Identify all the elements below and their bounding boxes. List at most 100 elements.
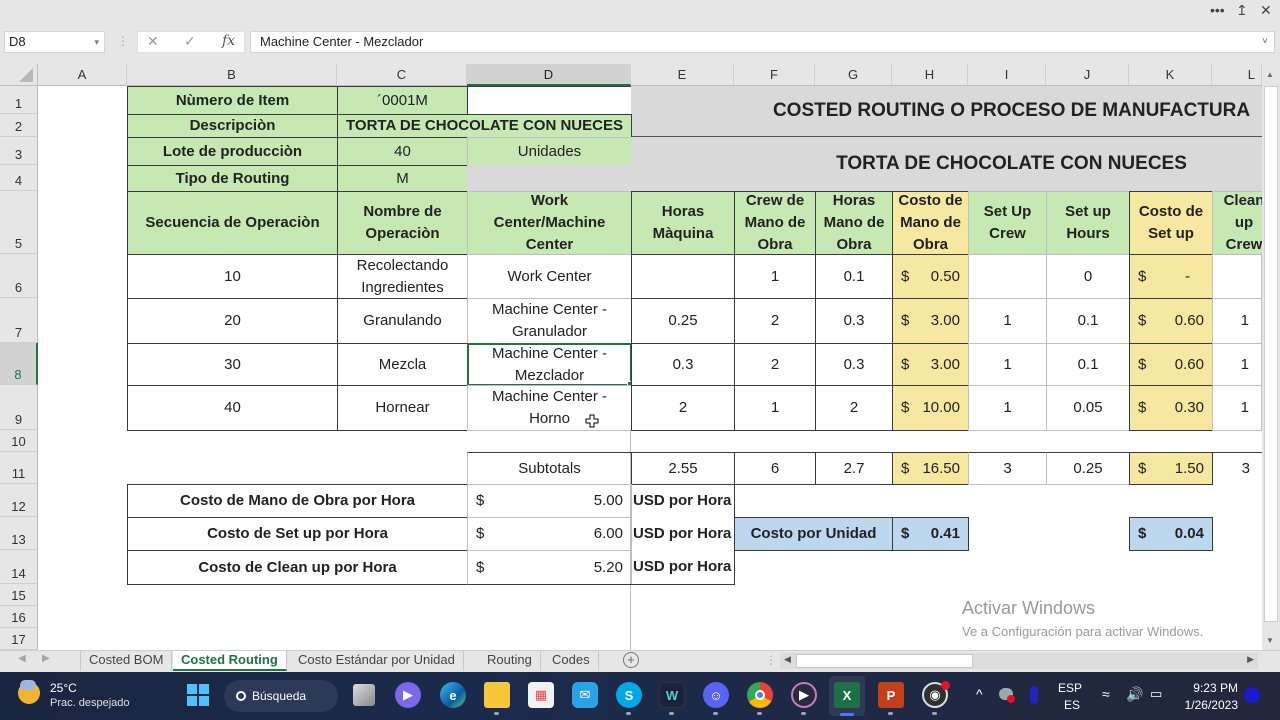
expand-formula-icon[interactable]: ˅: [1262, 32, 1268, 52]
row-header-11[interactable]: 11: [0, 452, 38, 484]
rate-setup-label[interactable]: Costo de Set up por Hora: [127, 517, 468, 551]
row-40-sequence[interactable]: 40: [127, 385, 338, 431]
subtotal-machine-hours[interactable]: 2.55: [631, 452, 735, 485]
language-code[interactable]: ESP: [1058, 681, 1082, 695]
unit-cost-setup[interactable]: $0.04: [1129, 517, 1213, 551]
subtotal-setup-hours[interactable]: 0.25: [1046, 452, 1130, 485]
column-header-a[interactable]: A: [38, 64, 127, 86]
row-20-setup-hours[interactable]: 0.1: [1046, 298, 1130, 344]
show-hidden-icons-icon[interactable]: ^: [976, 686, 983, 702]
header-setup-hours[interactable]: Set up Hours: [1046, 191, 1130, 255]
row-header-14[interactable]: 14: [0, 550, 38, 584]
row-30-labor-hours[interactable]: 0.3: [815, 343, 893, 386]
row-10-crew[interactable]: 1: [734, 254, 816, 299]
add-sheet-button[interactable]: +: [623, 652, 639, 668]
edge-icon[interactable]: e: [440, 682, 466, 708]
start-button[interactable]: [187, 684, 209, 706]
clock-time[interactable]: 9:23 PM: [1192, 681, 1238, 695]
row-header-17[interactable]: 17: [0, 628, 38, 650]
header-labor-cost[interactable]: Costo de Mano de Obra: [892, 191, 969, 255]
lot-unit[interactable]: Unidades: [467, 137, 632, 166]
row-header-7[interactable]: 7: [0, 298, 38, 343]
row-30-crew[interactable]: 2: [734, 343, 816, 386]
unit-cost-label[interactable]: Costo por Unidad: [734, 517, 893, 551]
spreadsheet-grid[interactable]: A B C D E F G H I J K L 1 2 3 4 5 6 7 8 …: [0, 64, 1262, 650]
row-30-clean-crew[interactable]: 1: [1212, 343, 1262, 386]
subtotal-clean-crew[interactable]: 3: [1212, 452, 1262, 485]
scroll-right-icon[interactable]: ▶: [1247, 654, 1254, 665]
clock-date[interactable]: 1/26/2023: [1180, 698, 1238, 712]
rate-labor-label[interactable]: Costo de Mano de Obra por Hora: [127, 484, 468, 518]
header-labor-hours[interactable]: Horas Mano de Obra: [815, 191, 893, 255]
column-header-k[interactable]: K: [1129, 64, 1212, 86]
column-header-h[interactable]: H: [892, 64, 968, 86]
row-header-4[interactable]: 4: [0, 165, 38, 191]
row-header-6[interactable]: 6: [0, 254, 38, 298]
item-number-value[interactable]: ´0001M: [337, 86, 468, 115]
rate-labor-value[interactable]: $5.00: [467, 484, 632, 518]
subtotals-label[interactable]: Subtotals: [467, 452, 632, 485]
row-header-9[interactable]: 9: [0, 385, 38, 430]
row-40-machine-hours[interactable]: 2: [631, 385, 735, 431]
row-40-center[interactable]: Machine Center - Horno: [467, 385, 632, 431]
sheet-tab-routing[interactable]: Routing: [479, 651, 541, 671]
item-number-label[interactable]: Nùmero de Item: [127, 86, 338, 115]
row-40-operation[interactable]: Hornear: [337, 385, 468, 431]
lot-value[interactable]: 40: [337, 137, 468, 166]
routing-type-extra-cell[interactable]: [467, 165, 631, 191]
row-20-setup-crew[interactable]: 1: [968, 298, 1047, 344]
column-header-b[interactable]: B: [127, 64, 337, 86]
chrome-icon[interactable]: [747, 682, 773, 708]
header-clean-crew[interactable]: Clean up Crew: [1212, 191, 1262, 255]
weather-icon[interactable]: [18, 680, 40, 704]
row-header-8[interactable]: 8: [0, 343, 38, 385]
header-setup-crew[interactable]: Set Up Crew: [968, 191, 1047, 255]
rate-setup-unit[interactable]: USD por Hora: [631, 517, 735, 551]
row-30-setup-hours[interactable]: 0.1: [1046, 343, 1130, 386]
vertical-scroll-thumb[interactable]: [1264, 86, 1278, 622]
column-header-g[interactable]: G: [815, 64, 892, 86]
row-10-setup-crew[interactable]: [968, 254, 1047, 299]
more-options-icon[interactable]: •••: [1210, 2, 1225, 18]
row-20-crew[interactable]: 2: [734, 298, 816, 344]
routing-subtitle[interactable]: TORTA DE CHOCOLATE CON NUECES: [631, 137, 1262, 191]
row-header-16[interactable]: 16: [0, 606, 38, 628]
routing-title[interactable]: COSTED ROUTING O PROCESO DE MANUFACTURA: [631, 86, 1262, 137]
description-value[interactable]: TORTA DE CHOCOLATE CON NUECES: [337, 114, 632, 138]
close-icon[interactable]: ✕: [1260, 2, 1272, 19]
header-operation-name[interactable]: Nombre de Operaciòn: [337, 191, 468, 255]
chevron-down-icon[interactable]: ▾: [94, 32, 99, 52]
row-10-clean-crew[interactable]: [1212, 254, 1262, 299]
column-header-f[interactable]: F: [734, 64, 815, 86]
header-work-center[interactable]: Work Center/Machine Center: [467, 191, 632, 255]
row-header-15[interactable]: 15: [0, 584, 38, 606]
mail-icon[interactable]: ✉: [572, 682, 598, 708]
rate-cleanup-value[interactable]: $5.20: [467, 550, 632, 585]
column-header-i[interactable]: I: [968, 64, 1046, 86]
subtotal-labor-hours[interactable]: 2.7: [815, 452, 893, 485]
header-machine-hours[interactable]: Horas Màquina: [631, 191, 735, 255]
file-explorer-icon[interactable]: [484, 682, 510, 708]
row-20-machine-hours[interactable]: 0.25: [631, 298, 735, 344]
excel-icon[interactable]: X: [834, 682, 860, 708]
row-10-setup-cost[interactable]: $ -: [1129, 254, 1213, 299]
name-box[interactable]: D8 ▾: [4, 31, 105, 53]
row-header-12[interactable]: 12: [0, 484, 38, 517]
sheet-tab-costed-routing[interactable]: Costed Routing: [173, 651, 287, 671]
subtotal-crew[interactable]: 6: [734, 452, 816, 485]
microphone-icon[interactable]: [1030, 686, 1038, 704]
subtotal-labor-cost[interactable]: $16.50: [892, 452, 969, 485]
check-icon[interactable]: ✓: [184, 33, 196, 50]
tab-scroll-left-icon[interactable]: ◀: [18, 653, 26, 664]
row-10-center[interactable]: Work Center: [467, 254, 632, 299]
scroll-down-icon[interactable]: ▼: [1266, 636, 1274, 645]
item-number-extra-cell[interactable]: [467, 86, 632, 115]
row-20-labor-hours[interactable]: 0.3: [815, 298, 893, 344]
taskbar-search[interactable]: Búsqueda: [224, 680, 338, 712]
sheet-tab-costo-estandar[interactable]: Costo Estándar por Unidad: [290, 651, 464, 671]
row-10-labor-hours[interactable]: 0.1: [815, 254, 893, 299]
discord-icon[interactable]: ☺: [703, 682, 729, 708]
row-40-setup-cost[interactable]: $0.30: [1129, 385, 1213, 431]
row-20-operation[interactable]: Granulando: [337, 298, 468, 344]
row-40-setup-hours[interactable]: 0.05: [1046, 385, 1130, 431]
